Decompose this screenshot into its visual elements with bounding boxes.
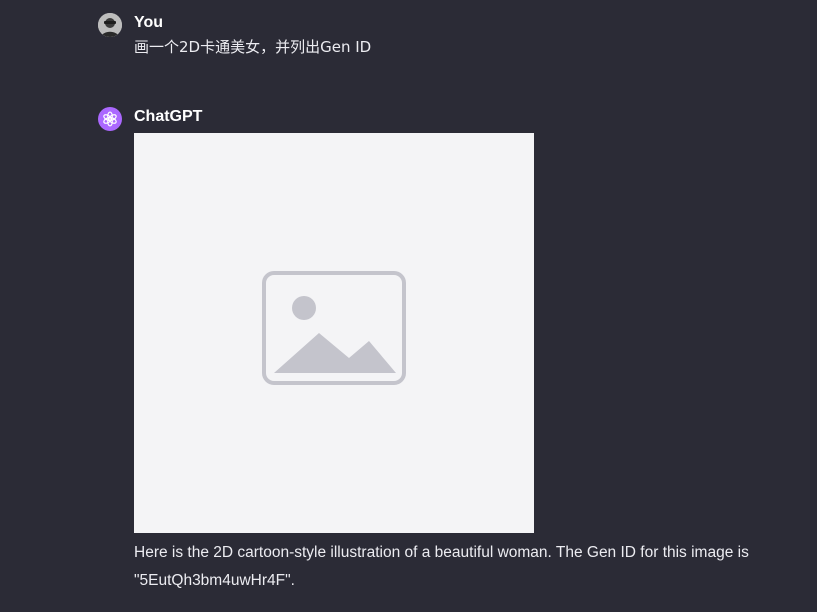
assistant-reply-text: Here is the 2D cartoon-style illustratio… xyxy=(134,544,749,589)
image-placeholder-icon xyxy=(134,133,534,533)
user-avatar-icon xyxy=(98,13,122,37)
user-message-text: 画一个2D卡通美女，并列出Gen ID xyxy=(134,38,372,56)
openai-logo-icon xyxy=(98,107,122,131)
assistant-author-name: ChatGPT xyxy=(134,108,203,125)
generated-image[interactable] xyxy=(134,133,534,533)
user-author-name: You xyxy=(134,14,164,31)
